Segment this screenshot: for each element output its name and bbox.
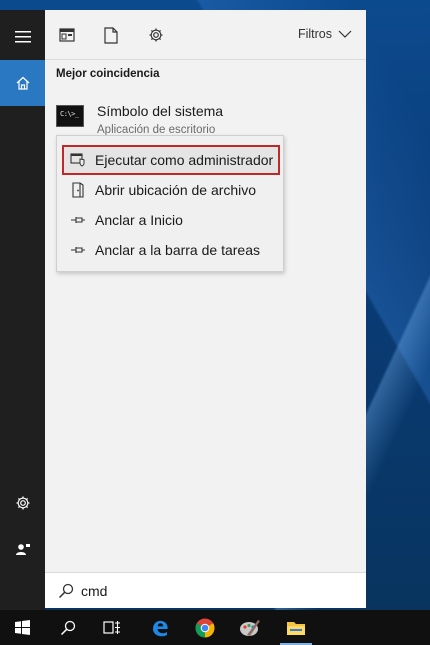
chevron-down-icon [338, 30, 352, 38]
search-results-panel: Filtros Mejor coincidencia C:\>_ Símbolo… [45, 10, 366, 608]
menu-item-label: Ejecutar como administrador [95, 152, 274, 168]
folder-icon [287, 621, 305, 635]
menu-item-run-as-admin[interactable]: Ejecutar como administrador [62, 145, 280, 175]
task-view-icon [103, 621, 120, 634]
open-location-icon [64, 176, 92, 204]
search-icon [57, 582, 75, 600]
pin-icon [64, 206, 92, 234]
result-app-name: Símbolo del sistema [97, 103, 224, 119]
search-filter-toolbar: Filtros [45, 10, 366, 60]
filters-dropdown[interactable]: Filtros [298, 27, 352, 41]
taskbar-search-button[interactable] [46, 610, 90, 645]
taskbar-file-explorer-button[interactable] [274, 610, 318, 645]
window-app-icon [59, 28, 75, 42]
user-account-button[interactable] [0, 526, 45, 572]
menu-item-label: Anclar a Inicio [95, 212, 183, 228]
settings-button[interactable] [0, 480, 45, 526]
search-icon [60, 620, 76, 635]
command-prompt-icon: C:\>_ [56, 105, 84, 127]
windows-logo-icon [14, 620, 30, 635]
menu-item-pin-to-start[interactable]: Anclar a Inicio [63, 206, 279, 234]
context-menu: Ejecutar como administrador Abrir ubicac… [56, 135, 284, 272]
hamburger-icon [14, 31, 31, 43]
settings-filter-button[interactable] [144, 23, 168, 47]
gear-icon [16, 496, 29, 510]
start-rail [0, 10, 45, 610]
task-view-button[interactable] [90, 610, 134, 645]
search-box [45, 572, 366, 608]
documents-filter-button[interactable] [99, 23, 123, 47]
menu-item-pin-to-taskbar[interactable]: Anclar a la barra de tareas [63, 236, 279, 264]
taskbar-paint-button[interactable] [228, 610, 272, 645]
user-switch-icon [15, 544, 30, 555]
menu-item-open-file-location[interactable]: Abrir ubicación de archivo [63, 176, 279, 204]
menu-item-label: Anclar a la barra de tareas [95, 242, 260, 258]
menu-item-label: Abrir ubicación de archivo [95, 182, 257, 198]
filters-label: Filtros [297, 27, 332, 41]
hamburger-menu-button[interactable] [0, 14, 45, 60]
paint-palette-icon [240, 619, 260, 636]
taskbar [0, 610, 430, 645]
home-icon [16, 76, 29, 90]
pin-icon [64, 236, 92, 264]
edge-browser-icon [153, 620, 168, 636]
search-input[interactable] [81, 582, 321, 599]
chrome-browser-icon [195, 618, 215, 637]
apps-filter-button[interactable] [55, 23, 79, 47]
gear-icon [149, 28, 163, 42]
taskbar-chrome-button[interactable] [183, 610, 227, 645]
best-match-heading: Mejor coincidencia [56, 68, 160, 80]
document-icon [104, 26, 118, 44]
start-button[interactable] [0, 610, 44, 645]
run-as-admin-icon [64, 146, 92, 174]
home-button[interactable] [0, 60, 45, 106]
taskbar-edge-button[interactable] [138, 610, 182, 645]
